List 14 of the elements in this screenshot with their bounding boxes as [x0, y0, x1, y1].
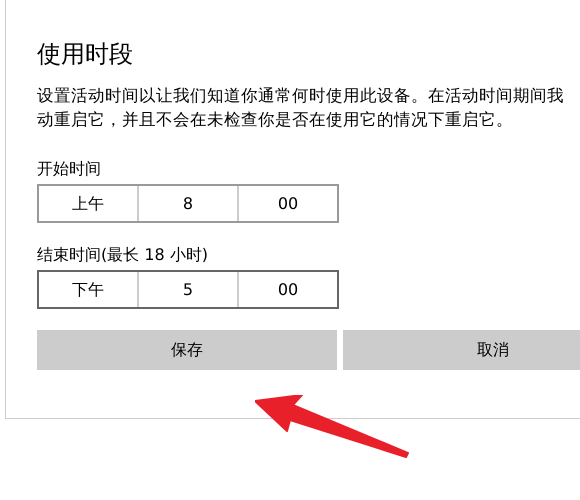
cancel-button[interactable]: 取消 [343, 330, 580, 370]
time-picker[interactable]: 上午 8 00 [37, 184, 339, 223]
page-title: 使用时段 [37, 39, 134, 70]
description-text: 设置活动时间以让我们知道你通常何时使用此设备。在活动时间期间我 动重启它，并且不会在未检查你是否在使用它的情况下重启它。 [37, 85, 565, 131]
time-segment[interactable]: 下午 [39, 272, 137, 307]
time-segment[interactable]: 上午 [39, 186, 137, 221]
time-segment[interactable]: 8 [137, 186, 237, 221]
time-segment[interactable]: 00 [237, 186, 337, 221]
time-segment[interactable]: 5 [137, 272, 237, 307]
field-label: 结束时间(最长 18 小时) [37, 244, 210, 266]
field-label: 开始时间 [37, 158, 102, 180]
save-button[interactable]: 保存 [37, 330, 337, 370]
time-picker[interactable]: 下午 5 00 [37, 270, 339, 309]
time-segment[interactable]: 00 [237, 272, 337, 307]
